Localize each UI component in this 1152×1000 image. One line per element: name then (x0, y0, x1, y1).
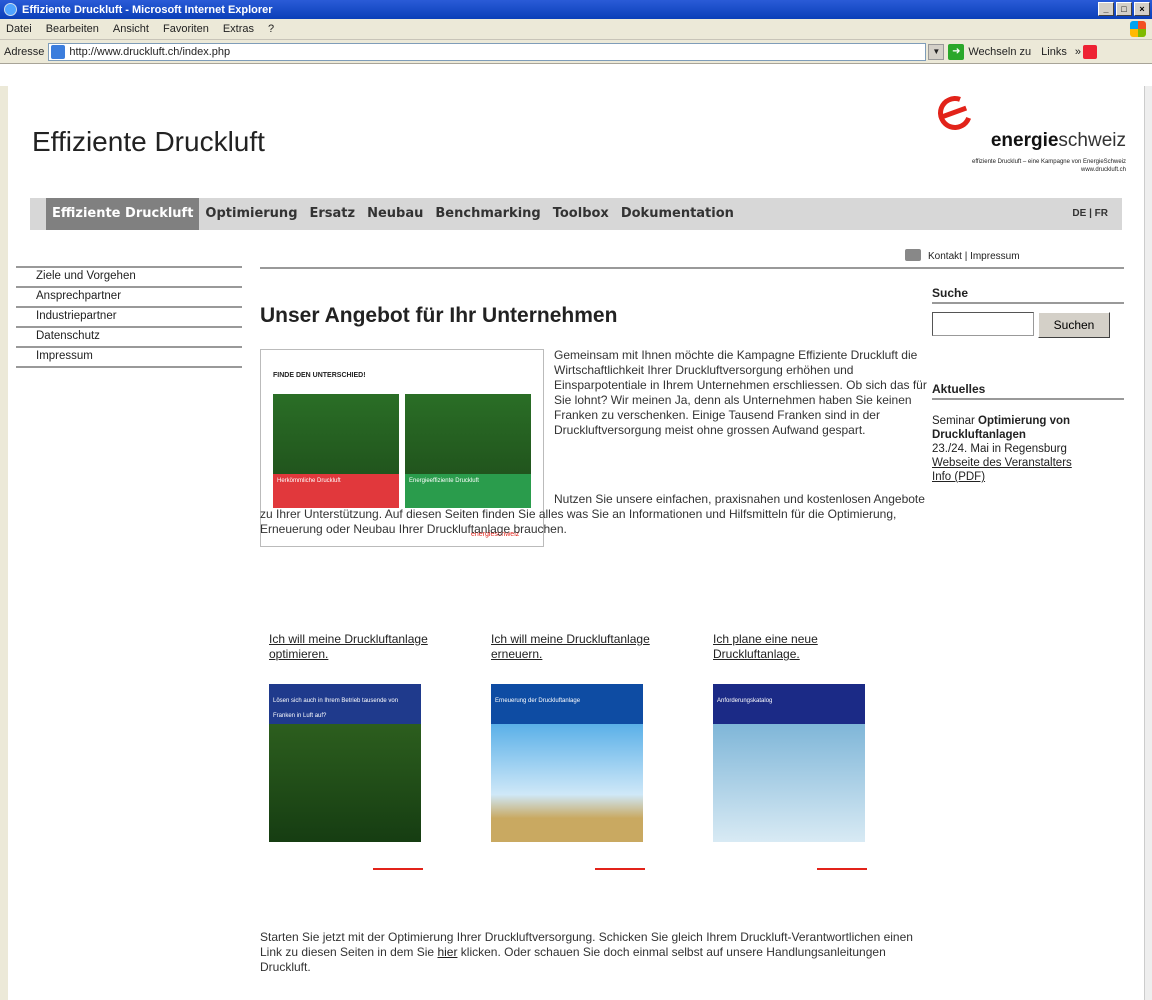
print-icon[interactable] (905, 249, 921, 261)
window-left-frame (0, 86, 8, 1000)
nav-effiziente-druckluft[interactable]: Effiziente Druckluft (46, 198, 200, 230)
go-arrow-icon: ➜ (948, 43, 965, 60)
teaser-link-erneuern[interactable]: Ich will meine Druckluftanlage erneuern. (491, 632, 650, 661)
content-divider (260, 267, 1124, 269)
window-titlebar: Effiziente Druckluft - Microsoft Interne… (0, 0, 1152, 19)
go-label: Wechseln zu (968, 45, 1032, 58)
menu-bar: Datei Bearbeiten Ansicht Favoriten Extra… (0, 19, 1152, 40)
teaser-erneuern: Ich will meine Druckluftanlage erneuern.… (491, 632, 685, 878)
right-sidebar: Suche Suchen Aktuelles Seminar Optimieru… (932, 286, 1124, 484)
energieschweiz-logo[interactable]: energieschweiz effiziente Druckluft – ei… (916, 90, 1126, 182)
chevron-icon: » (1074, 45, 1081, 58)
page-scrollbar[interactable] (1144, 86, 1152, 1000)
sidebar-item-impressum[interactable]: Impressum (16, 348, 242, 368)
go-button[interactable]: ➜ Wechseln zu (948, 43, 1032, 60)
nav-dokumentation[interactable]: Dokumentation (615, 198, 740, 230)
nav-toolbox[interactable]: Toolbox (547, 198, 615, 230)
search-input[interactable] (932, 312, 1034, 336)
hero-header: FINDE DEN UNTERSCHIED! (273, 372, 366, 379)
teaser-row: Ich will meine Druckluftanlage optimiere… (269, 632, 907, 878)
toolbar-extras[interactable]: » (1074, 44, 1097, 59)
addon-icon (1082, 44, 1097, 59)
teaser-link-optimieren[interactable]: Ich will meine Druckluftanlage optimiere… (269, 632, 428, 661)
menu-datei[interactable]: Datei (6, 23, 32, 35)
kontakt-impressum-link[interactable]: Kontakt | Impressum (928, 251, 1020, 262)
teaser-optimieren: Ich will meine Druckluftanlage optimiere… (269, 632, 463, 878)
news-heading: Aktuelles (932, 382, 1124, 400)
address-dropdown-button[interactable]: ▼ (928, 43, 945, 60)
page-icon (51, 44, 66, 59)
hier-link[interactable]: hier (437, 945, 457, 959)
main-navigation: Effiziente Druckluft Optimierung Ersatz … (30, 198, 1122, 230)
menu-favoriten[interactable]: Favoriten (163, 23, 209, 35)
address-input[interactable]: http://www.druckluft.ch/index.php (48, 42, 927, 61)
close-button[interactable]: × (1134, 2, 1150, 16)
minimize-button[interactable]: _ (1098, 2, 1114, 16)
links-button[interactable]: Links (1041, 46, 1067, 58)
intro-paragraph-1: Gemeinsam mit Ihnen möchte die Kampagne … (554, 348, 927, 437)
teaser-logo (817, 868, 867, 878)
page-headline: Unser Angebot für Ihr Unternehmen (260, 304, 618, 327)
nav-neubau[interactable]: Neubau (361, 198, 429, 230)
nav-optimierung[interactable]: Optimierung (199, 198, 303, 230)
sidebar-item-ansprechpartner[interactable]: Ansprechpartner (16, 288, 242, 308)
nav-ersatz[interactable]: Ersatz (304, 198, 362, 230)
ie-icon (4, 3, 17, 16)
windows-logo-icon (1130, 21, 1146, 37)
search-row: Suchen (932, 312, 1124, 338)
menu-bearbeiten[interactable]: Bearbeiten (46, 23, 99, 35)
search-heading: Suche (932, 286, 1124, 304)
teaser-cover-erneuern[interactable]: Erneuerung der Druckluftanlage (491, 684, 643, 842)
address-bar: Adresse http://www.druckluft.ch/index.ph… (0, 40, 1152, 64)
menu-help[interactable]: ? (268, 23, 274, 35)
menu-ansicht[interactable]: Ansicht (113, 23, 149, 35)
news-item: Seminar Optimierung von Druckluftanlagen… (932, 415, 1072, 483)
teaser-logo (595, 868, 645, 878)
organizer-website-link[interactable]: Webseite des Veranstalters (932, 457, 1072, 469)
window-title: Effiziente Druckluft - Microsoft Interne… (22, 3, 273, 16)
menu-extras[interactable]: Extras (223, 23, 254, 35)
address-url: http://www.druckluft.ch/index.php (69, 45, 231, 58)
intro-paragraph-2: Nutzen Sie unsere einfachen, praxisnahen… (260, 492, 925, 536)
nav-benchmarking[interactable]: Benchmarking (429, 198, 546, 230)
sidebar-item-ziele[interactable]: Ziele und Vorgehen (16, 268, 242, 288)
teaser-link-neubau[interactable]: Ich plane eine neue Druckluftanlage. (713, 632, 818, 661)
teaser-neubau: Ich plane eine neue Druckluftanlage. Anf… (713, 632, 907, 878)
info-pdf-link[interactable]: Info (PDF) (932, 471, 985, 483)
sidebar-item-datenschutz[interactable]: Datenschutz (16, 328, 242, 348)
sidebar-item-industriepartner[interactable]: Industriepartner (16, 308, 242, 328)
teaser-cover-neubau[interactable]: Anforderungskatalog (713, 684, 865, 842)
address-label: Adresse (4, 45, 45, 58)
site-title: Effiziente Druckluft (32, 126, 265, 157)
teaser-cover-optimieren[interactable]: Lösen sich auch in Ihrem Betrieb tausend… (269, 684, 421, 842)
outro-paragraph: Starten Sie jetzt mit der Optimierung Ih… (260, 930, 913, 974)
logo-brand: energieschweiz (990, 130, 1126, 151)
page-viewport: Effiziente Druckluft energieschweiz effi… (8, 86, 1144, 1000)
teaser-logo (373, 868, 423, 878)
search-button[interactable]: Suchen (1038, 312, 1110, 338)
window-controls: _ □ × (1098, 2, 1150, 16)
maximize-button[interactable]: □ (1116, 2, 1132, 16)
language-switch[interactable]: DE | FR (1072, 198, 1108, 230)
logo-tagline: effiziente Druckluft – eine Kampagne von… (972, 159, 1126, 173)
sidebar-navigation: Ziele und Vorgehen Ansprechpartner Indus… (16, 266, 242, 368)
